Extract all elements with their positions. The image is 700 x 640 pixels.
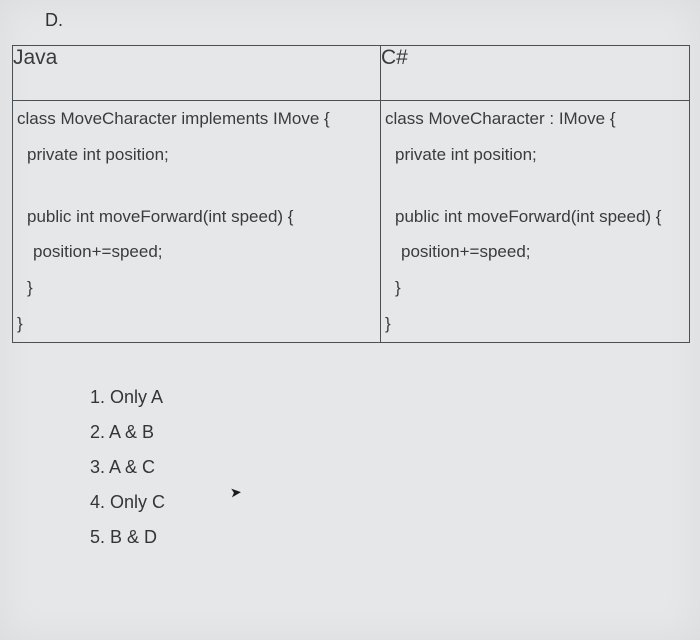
code-line: } xyxy=(13,306,380,342)
page: D. Java C# class MoveCharacter implement… xyxy=(0,0,700,640)
table-header-row: Java C# xyxy=(13,46,690,101)
java-code-cell: class MoveCharacter implements IMove { p… xyxy=(13,101,381,343)
code-line: } xyxy=(381,270,689,306)
code-line: position+=speed; xyxy=(13,234,380,270)
code-line: } xyxy=(381,306,689,342)
answer-option-2: 2. A & B xyxy=(90,422,700,443)
answer-option-1: 1. Only A xyxy=(90,387,700,408)
code-line: } xyxy=(13,270,380,306)
table-body-row: class MoveCharacter implements IMove { p… xyxy=(13,101,690,343)
answer-options: 1. Only A 2. A & B 3. A & C 4. Only C 5.… xyxy=(90,387,700,548)
blank-line xyxy=(13,173,380,199)
header-java: Java xyxy=(13,46,381,101)
code-line: private int position; xyxy=(381,137,689,173)
option-label-d: D. xyxy=(0,10,700,31)
code-comparison-table: Java C# class MoveCharacter implements I… xyxy=(12,45,690,343)
blank-line xyxy=(381,173,689,199)
header-csharp: C# xyxy=(381,46,690,101)
cursor-icon: ➤ xyxy=(229,484,242,502)
answer-option-3: 3. A & C xyxy=(90,457,700,478)
answer-option-5: 5. B & D xyxy=(90,527,700,548)
code-line: private int position; xyxy=(13,137,380,173)
code-line: class MoveCharacter implements IMove { xyxy=(13,101,380,137)
csharp-code-cell: class MoveCharacter : IMove { private in… xyxy=(381,101,690,343)
code-line: position+=speed; xyxy=(381,234,689,270)
code-line: class MoveCharacter : IMove { xyxy=(381,101,689,137)
answer-option-4: 4. Only C xyxy=(90,492,700,513)
code-line: public int moveForward(int speed) { xyxy=(13,199,380,235)
code-line: public int moveForward(int speed) { xyxy=(381,199,689,235)
